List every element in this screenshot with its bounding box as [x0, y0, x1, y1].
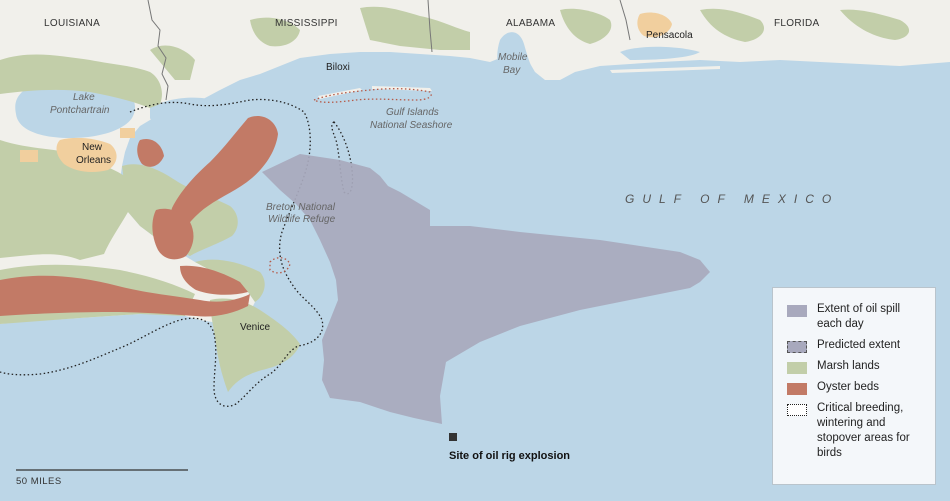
legend-swatch-marsh-lands [787, 362, 807, 374]
legend-label-marsh-lands: Marsh lands [817, 360, 880, 372]
map-legend: Extent of oil spill each day Predicted e… [772, 287, 936, 485]
legend-swatch-bird-areas [787, 404, 807, 416]
legend-label-bird-areas: Critical breeding, wintering and stopove… [817, 402, 910, 459]
city-label-new-orleans-line2: Orleans [76, 155, 111, 166]
oil-rig-site-label: Site of oil rig explosion [449, 450, 570, 462]
scale-label: 50 MILES [16, 476, 62, 487]
city-label-new-orleans-line1: New [82, 142, 103, 153]
label-gulf-islands-line1: Gulf Islands [386, 107, 439, 118]
legend-label-oyster-beds: Oyster beds [817, 381, 879, 393]
legend-item-oil-spill: Extent of oil spill each day [787, 302, 925, 332]
gulf-of-mexico-label: GULF OF MEXICO [625, 192, 839, 206]
water-label-mobile-bay-line1: Mobile [498, 52, 528, 63]
city-label-biloxi: Biloxi [326, 62, 350, 73]
legend-swatch-oil-spill [787, 305, 807, 317]
label-breton-line1: Breton National [266, 202, 336, 213]
legend-swatch-predicted-extent [787, 341, 807, 353]
legend-item-predicted-extent: Predicted extent [787, 338, 925, 353]
water-label-lake-pontchartrain-line2: Pontchartrain [50, 105, 110, 116]
city-label-venice: Venice [240, 322, 270, 333]
label-breton-line2: Wildlife Refuge [268, 214, 336, 225]
state-label-mississippi: MISSISSIPPI [275, 18, 338, 29]
state-label-florida: FLORIDA [774, 18, 819, 29]
legend-swatch-oyster-beds [787, 383, 807, 395]
city-label-pensacola: Pensacola [646, 30, 693, 41]
water-label-lake-pontchartrain-line1: Lake [73, 92, 95, 103]
state-label-alabama: ALABAMA [506, 18, 555, 29]
legend-label-predicted-extent: Predicted extent [817, 339, 901, 351]
legend-item-marsh-lands: Marsh lands [787, 359, 925, 374]
water-label-mobile-bay-line2: Bay [503, 65, 521, 76]
legend-item-oyster-beds: Oyster beds [787, 380, 925, 395]
legend-item-bird-areas: Critical breeding, wintering and stopove… [787, 401, 925, 461]
label-gulf-islands-line2: National Seashore [370, 120, 453, 131]
legend-label-oil-spill: Extent of oil spill each day [817, 303, 901, 330]
oil-rig-site-marker[interactable] [449, 433, 457, 441]
state-label-louisiana: LOUISIANA [44, 18, 100, 29]
